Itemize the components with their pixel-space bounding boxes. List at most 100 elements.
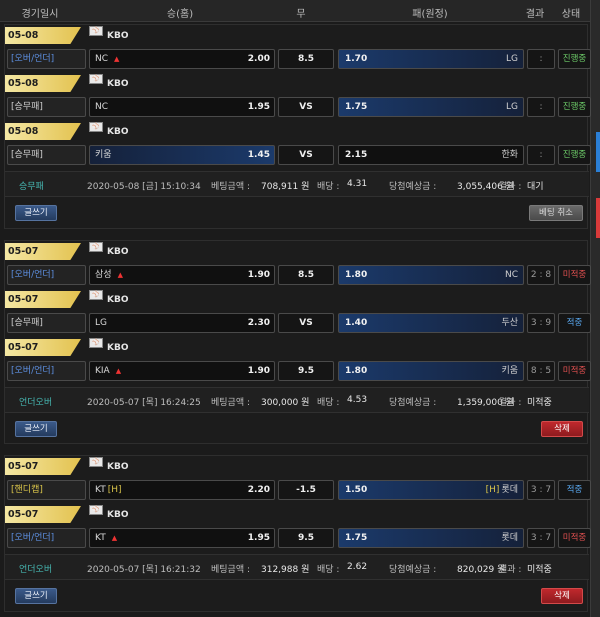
away-team: NC — [505, 266, 518, 284]
home-odds-button[interactable]: KT [H] 2.20 — [89, 480, 275, 500]
home-team: KT ▲ — [95, 529, 117, 547]
game-row: 05-07 [목]18:30 ⚾ KBO [승무패] LG 2.30 VS 1.40 두산 3 :… — [5, 289, 591, 337]
home-team-name: 삼성 — [95, 270, 112, 280]
game-date-tag: 05-07 [목]18:30 — [5, 458, 81, 475]
bet-amount: 300,000 원 — [261, 398, 310, 408]
game-status: 진행중 — [558, 49, 591, 69]
amount-label: 베팅금액 : — [211, 565, 251, 575]
away-odds-value: 2.15 — [345, 150, 368, 160]
away-odds-button[interactable]: 1.75 LG — [338, 97, 524, 117]
away-team-name: LG — [506, 54, 518, 64]
draw-handicap-button[interactable]: 8.5 — [278, 49, 334, 69]
away-odds-value: 1.80 — [345, 270, 368, 280]
home-team: NC ▲ — [95, 50, 119, 68]
bet-amount: 312,988 원 — [261, 565, 310, 575]
away-odds-value: 1.70 — [345, 54, 368, 64]
game-row: 05-08 [금]18:30 ⚾ KBO [승무패] 키움 1.45 VS 2.15 한화:진행… — [5, 121, 591, 169]
header-away: 패(원정) — [412, 9, 448, 20]
game-date-tag: 05-07 [목]18:30 — [5, 506, 81, 523]
game-status: 적중 — [558, 313, 591, 333]
expected-win-label: 당첨예상금 : — [389, 565, 437, 575]
bet-summary: 승무패 2020-05-08 [금] 15:10:34 베팅금액 : 배당 : 4.31… — [5, 171, 589, 197]
home-odds-value: 1.95 — [247, 102, 270, 112]
home-team: NC — [95, 98, 108, 116]
draw-handicap-button[interactable]: 9.5 — [278, 528, 334, 548]
rail-red-tab[interactable] — [596, 198, 600, 238]
game-date-tag: 05-08 [금]18:30 — [5, 27, 81, 44]
odds-label: 배당 : — [317, 182, 340, 192]
league-name: KBO — [107, 510, 129, 520]
odds-label: 배당 : — [317, 398, 340, 408]
game-score: : — [527, 97, 555, 117]
home-odds-button[interactable]: KIA ▲ 1.90 — [89, 361, 275, 381]
over-arrow-icon: ▲ — [114, 55, 120, 63]
result-label: 결과 : — [499, 398, 522, 408]
over-arrow-icon: ▲ — [111, 534, 118, 542]
rail-blue-tab[interactable] — [596, 132, 600, 172]
away-team: LG — [506, 98, 518, 116]
home-team: 삼성 ▲ — [95, 266, 123, 284]
away-odds-button[interactable]: 1.40 두산 — [338, 313, 524, 333]
game-score: 3 : 7 — [527, 528, 555, 548]
amount-label: 베팅금액 : — [211, 398, 251, 408]
home-odds-button[interactable]: KT ▲ 1.95 — [89, 528, 275, 548]
game-status: 미적중 — [558, 528, 591, 548]
home-odds-value: 1.90 — [247, 270, 270, 280]
away-odds-value: 1.50 — [345, 485, 368, 495]
draw-handicap-button[interactable]: 9.5 — [278, 361, 334, 381]
away-odds-button[interactable]: 1.80 NC — [338, 265, 524, 285]
away-odds-button[interactable]: 1.70 LG — [338, 49, 524, 69]
away-team-name: LG — [506, 102, 518, 112]
bet-datetime: 2020-05-07 [목] 16:21:32 — [87, 565, 201, 575]
home-odds-button[interactable]: NC 1.95 — [89, 97, 275, 117]
game-score: 2 : 8 — [527, 265, 555, 285]
write-post-button[interactable]: 글쓰기 — [15, 588, 57, 604]
league-name: KBO — [107, 31, 129, 41]
bet-slip-1: 05-08 [금]18:30 ⚾ KBO [오버/언더] NC ▲ 2.00 8.5 1.70 L… — [4, 24, 591, 229]
bet-result: 미적중 — [527, 565, 552, 575]
game-status: 미적중 — [558, 265, 591, 285]
home-odds-value: 1.95 — [247, 533, 270, 543]
over-arrow-icon: ▲ — [117, 271, 123, 279]
bet-type-name: 승무패 — [19, 182, 44, 192]
draw-handicap-button[interactable]: VS — [278, 145, 334, 165]
header-result: 결과 — [525, 9, 545, 20]
away-team-name: 두산 — [501, 318, 518, 328]
draw-handicap-button[interactable]: VS — [278, 97, 334, 117]
game-date-tag: 05-08 [금]18:30 — [5, 75, 81, 92]
bet-type-label: [오버/언더] — [7, 265, 86, 285]
draw-handicap-button[interactable]: -1.5 — [278, 480, 334, 500]
game-score: 8 : 5 — [527, 361, 555, 381]
kbo-league-icon: ⚾ — [89, 457, 103, 467]
away-odds-button[interactable]: 1.80 키움 — [338, 361, 524, 381]
away-team: 키움 — [501, 362, 518, 380]
delete-button[interactable]: 삭제 — [541, 588, 583, 604]
cancel-bet-button[interactable]: 베팅 취소 — [529, 205, 583, 221]
away-odds-button[interactable]: 1.75 롯데 — [338, 528, 524, 548]
away-team-name: 롯데 — [501, 533, 518, 543]
away-team: 두산 — [501, 314, 518, 332]
bet-datetime: 2020-05-07 [목] 16:24:25 — [87, 398, 201, 408]
away-team: [H] 롯데 — [486, 481, 518, 499]
bet-type-label: [핸디캡] — [7, 480, 86, 500]
away-odds-button[interactable]: 1.50 [H] 롯데 — [338, 480, 524, 500]
draw-handicap-button[interactable]: 8.5 — [278, 265, 334, 285]
kbo-league-icon: ⚾ — [89, 242, 103, 252]
expected-win-label: 당첨예상금 : — [389, 398, 437, 408]
home-odds-button[interactable]: 삼성 ▲ 1.90 — [89, 265, 275, 285]
bet-summary: 언더오버 2020-05-07 [목] 16:24:25 베팅금액 : 배당 : 4.5… — [5, 387, 589, 413]
bet-slip-2: 05-07 [목]18:30 ⚾ KBO [오버/언더] 삼성 ▲ 1.90 8.5 1.80 N… — [4, 240, 591, 444]
home-odds-button[interactable]: LG 2.30 — [89, 313, 275, 333]
league-name: KBO — [107, 462, 129, 472]
game-row: 05-08 [금]18:30 ⚾ KBO [오버/언더] NC ▲ 2.00 8.5 1.70 L… — [5, 25, 591, 73]
draw-handicap-button[interactable]: VS — [278, 313, 334, 333]
home-odds-button[interactable]: 키움 1.45 — [89, 145, 275, 165]
right-scroll-rail[interactable] — [590, 0, 600, 617]
delete-button[interactable]: 삭제 — [541, 421, 583, 437]
table-header: 경기일시 승(홈) 무 패(원정) 결과 상태 — [0, 0, 590, 22]
write-post-button[interactable]: 글쓰기 — [15, 205, 57, 221]
away-odds-button[interactable]: 2.15 한화 — [338, 145, 524, 165]
write-post-button[interactable]: 글쓰기 — [15, 421, 57, 437]
home-odds-button[interactable]: NC ▲ 2.00 — [89, 49, 275, 69]
handicap-mark: [H] — [485, 485, 500, 495]
